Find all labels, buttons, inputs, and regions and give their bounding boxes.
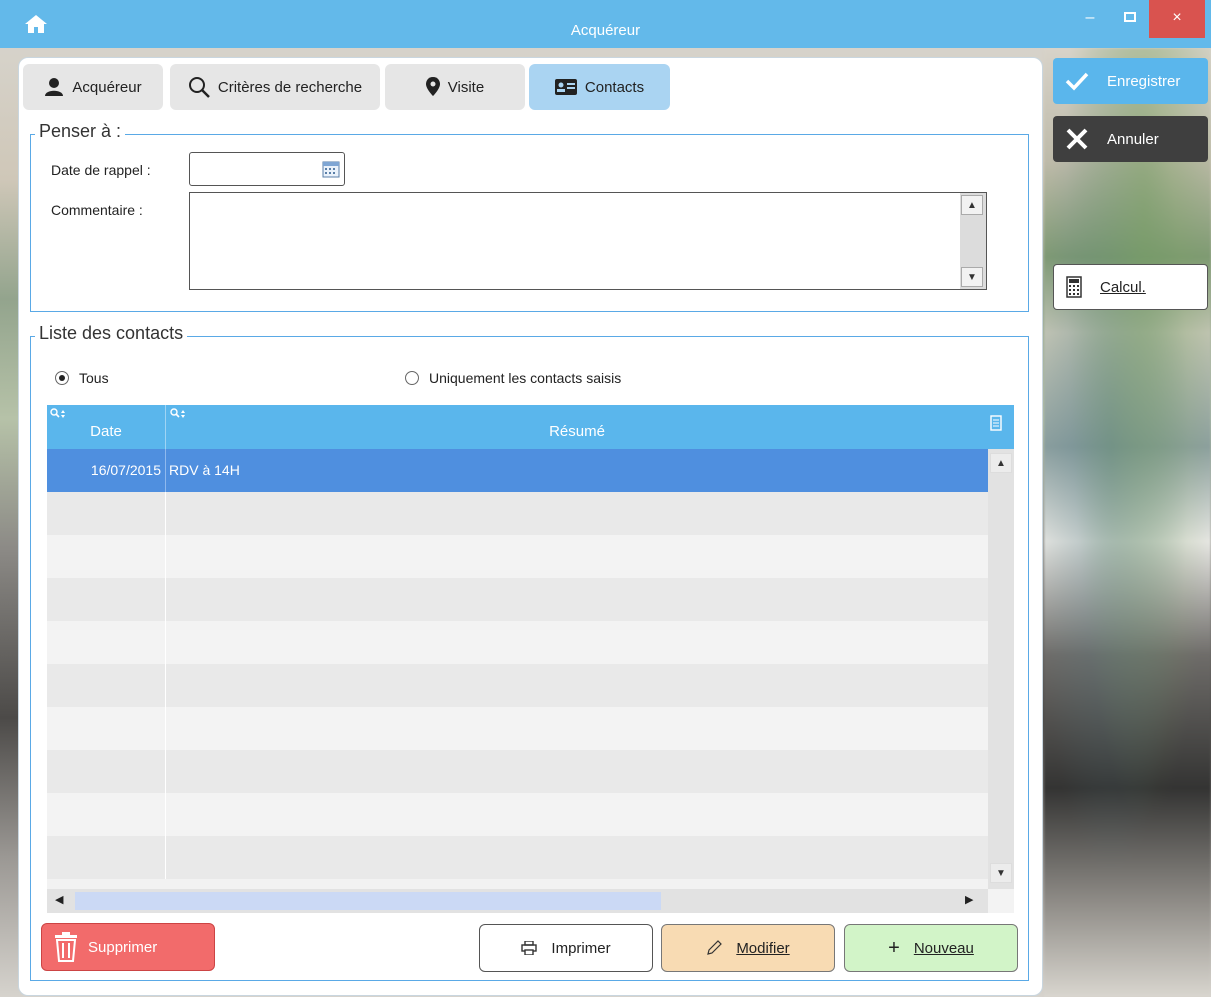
user-icon bbox=[45, 78, 64, 96]
textarea-scrollbar[interactable]: ▲ ▼ bbox=[960, 193, 986, 289]
calendar-icon[interactable] bbox=[322, 160, 340, 181]
table-row-empty bbox=[47, 492, 988, 535]
search-icon bbox=[188, 77, 210, 98]
sort-search-icon[interactable] bbox=[50, 407, 66, 423]
column-picker-icon[interactable] bbox=[990, 415, 1002, 434]
delete-button[interactable]: Supprimer bbox=[41, 923, 215, 971]
maximize-icon bbox=[1124, 12, 1136, 22]
minimize-button[interactable]: – bbox=[1070, 0, 1110, 38]
radio-label: Tous bbox=[79, 370, 109, 386]
background-photo bbox=[1044, 48, 1211, 997]
tab-label: Contacts bbox=[584, 78, 645, 96]
scroll-right-arrow-icon[interactable]: ▶ bbox=[965, 893, 973, 906]
map-pin-icon bbox=[425, 77, 440, 96]
scroll-up-arrow-icon[interactable]: ▲ bbox=[990, 453, 1012, 473]
contacts-table: Date Résumé 16/07/2015 RDV à 14H ▲ ▼ ◀ ▶ bbox=[47, 405, 1014, 913]
date-rappel-input[interactable] bbox=[189, 152, 345, 186]
scroll-down-arrow-icon[interactable]: ▼ bbox=[961, 267, 983, 287]
radio-circle bbox=[405, 371, 419, 385]
date-rappel-label: Date de rappel : bbox=[51, 162, 151, 178]
radio-tous[interactable]: Tous bbox=[55, 370, 109, 386]
commentaire-textarea[interactable]: ▲ ▼ bbox=[189, 192, 987, 290]
scroll-left-arrow-icon[interactable]: ◀ bbox=[55, 893, 63, 906]
tab-label: Visite bbox=[447, 78, 485, 96]
scroll-up-arrow-icon[interactable]: ▲ bbox=[961, 195, 983, 215]
tab-criteres[interactable]: Critères de recherche bbox=[170, 64, 380, 110]
close-button[interactable]: × bbox=[1149, 0, 1205, 38]
window-title: Acquéreur bbox=[570, 22, 641, 39]
table-row-empty bbox=[47, 707, 988, 750]
table-header: Date Résumé bbox=[47, 405, 1014, 449]
new-label: Nouveau bbox=[913, 939, 974, 957]
calc-button[interactable]: Calcul. bbox=[1053, 264, 1208, 310]
print-label: Imprimer bbox=[551, 939, 611, 957]
modify-button[interactable]: Modifier bbox=[661, 924, 835, 972]
tab-contacts[interactable]: Contacts bbox=[529, 64, 670, 110]
calculator-icon bbox=[1066, 276, 1082, 298]
radio-label: Uniquement les contacts saisis bbox=[429, 370, 622, 386]
column-header-resume[interactable]: Résumé bbox=[167, 405, 987, 449]
save-button[interactable]: Enregistrer bbox=[1053, 58, 1208, 104]
sort-search-icon[interactable] bbox=[170, 407, 186, 423]
maximize-button[interactable] bbox=[1110, 0, 1150, 38]
table-row-empty bbox=[47, 621, 988, 664]
contacts-legend: Liste des contacts bbox=[35, 323, 188, 344]
tab-acquereur[interactable]: Acquéreur bbox=[23, 64, 163, 110]
cancel-button[interactable]: Annuler bbox=[1053, 116, 1208, 162]
tab-label: Acquéreur bbox=[72, 78, 142, 96]
table-row-empty bbox=[47, 750, 988, 793]
table-row-empty bbox=[47, 535, 988, 578]
cancel-label: Annuler bbox=[1107, 130, 1159, 148]
contact-card-icon bbox=[554, 79, 577, 95]
new-button[interactable]: + Nouveau bbox=[844, 924, 1018, 972]
checkmark-icon bbox=[1065, 72, 1089, 91]
delete-label: Supprimer bbox=[88, 938, 158, 956]
close-icon bbox=[1066, 128, 1088, 150]
radio-circle bbox=[55, 371, 69, 385]
radio-contacts-saisis[interactable]: Uniquement les contacts saisis bbox=[405, 370, 621, 386]
plus-icon: + bbox=[888, 936, 900, 959]
table-row-empty bbox=[47, 578, 988, 621]
scrollbar-thumb[interactable] bbox=[75, 892, 661, 910]
table-row-empty bbox=[47, 836, 988, 879]
modify-label: Modifier bbox=[736, 939, 790, 957]
trash-icon bbox=[55, 932, 77, 962]
print-button[interactable]: Imprimer bbox=[479, 924, 653, 972]
cell-date: 16/07/2015 bbox=[47, 449, 166, 492]
commentaire-label: Commentaire : bbox=[51, 202, 143, 218]
table-horizontal-scrollbar[interactable]: ◀ ▶ bbox=[47, 889, 988, 913]
column-header-date[interactable]: Date bbox=[47, 405, 166, 449]
reminder-legend: Penser à : bbox=[35, 121, 126, 142]
save-label: Enregistrer bbox=[1107, 72, 1181, 90]
column-label: Résumé bbox=[549, 423, 605, 440]
column-label: Date bbox=[90, 423, 122, 440]
scrollbar-corner bbox=[988, 889, 1014, 913]
scroll-down-arrow-icon[interactable]: ▼ bbox=[990, 863, 1012, 883]
table-row-empty bbox=[47, 793, 988, 836]
printer-icon bbox=[521, 941, 538, 955]
title-bar: Acquéreur – × bbox=[0, 0, 1211, 48]
calc-label: Calcul. bbox=[1100, 278, 1146, 296]
cell-resume: RDV à 14H bbox=[169, 462, 240, 478]
table-row-empty bbox=[47, 664, 988, 707]
table-vertical-scrollbar[interactable]: ▲ ▼ bbox=[988, 449, 1014, 889]
table-row[interactable]: 16/07/2015 RDV à 14H bbox=[47, 449, 988, 492]
tab-label: Critères de recherche bbox=[217, 78, 363, 96]
pencil-icon bbox=[707, 940, 723, 955]
main-panel: Acquéreur Critères de recherche Visite C… bbox=[18, 57, 1043, 996]
tab-visite[interactable]: Visite bbox=[385, 64, 525, 110]
